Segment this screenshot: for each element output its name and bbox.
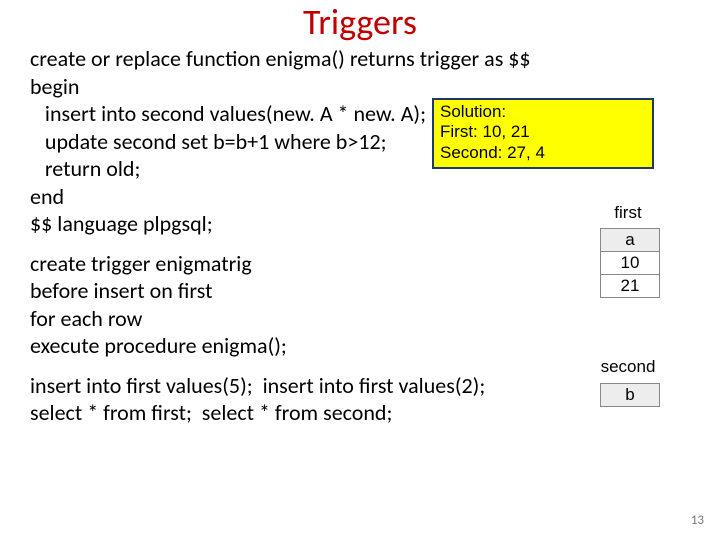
code-line: $$ language plpgsql; — [30, 210, 510, 238]
slide-title: Triggers — [0, 0, 720, 44]
table-first: a 10 21 — [600, 228, 660, 298]
table-second-label: second — [578, 357, 678, 377]
code-line: execute procedure enigma(); — [30, 332, 510, 360]
table-first-cell: 10 — [601, 252, 660, 275]
code-line: begin — [30, 73, 510, 101]
table-first-label: first — [598, 203, 658, 223]
solution-line: Second: 27, 4 — [440, 143, 646, 163]
page-number: 13 — [691, 513, 704, 528]
slide: Triggers create or replace function enig… — [0, 0, 720, 540]
solution-heading: Solution: — [440, 102, 646, 122]
code-line: create or replace function enigma() retu… — [30, 45, 510, 73]
code-line: end — [30, 183, 510, 211]
solution-box: Solution: First: 10, 21 Second: 27, 4 — [432, 98, 654, 169]
code-line: before insert on first — [30, 277, 510, 305]
table-second: b — [600, 383, 660, 407]
table-first-header: a — [601, 229, 660, 252]
code-line: insert into first values(5); insert into… — [30, 372, 510, 400]
solution-line: First: 10, 21 — [440, 122, 646, 142]
table-second-header: b — [601, 384, 660, 407]
table-first-cell: 21 — [601, 275, 660, 298]
code-line: create trigger enigmatrig — [30, 250, 510, 278]
code-line: select * from first; select * from secon… — [30, 399, 510, 427]
code-line: for each row — [30, 305, 510, 333]
